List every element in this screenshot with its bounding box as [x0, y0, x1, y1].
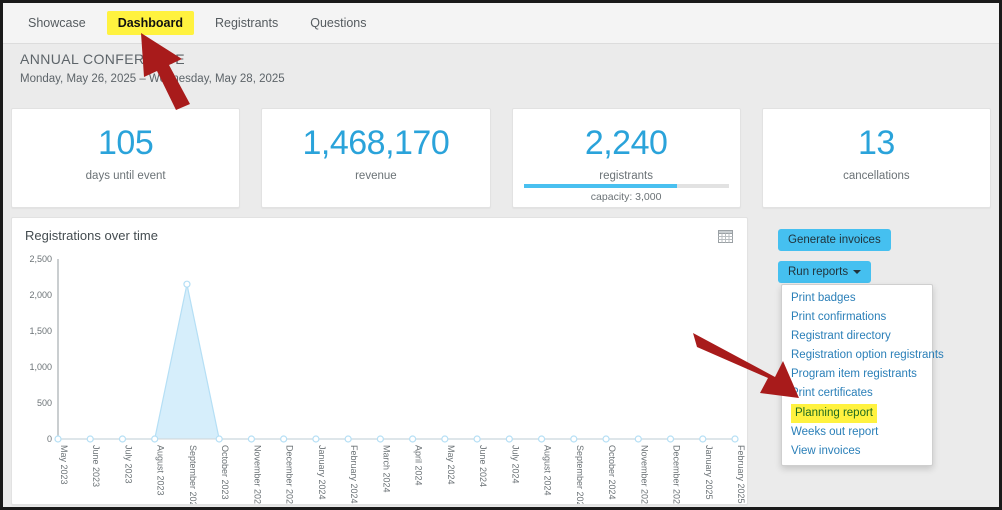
stat-value: 13 — [857, 124, 895, 162]
svg-text:July 2023: July 2023 — [123, 445, 133, 484]
svg-text:May 2024: May 2024 — [446, 445, 456, 485]
svg-text:October 2023: October 2023 — [220, 445, 230, 500]
run-reports-label: Run reports — [788, 266, 849, 278]
svg-text:July 2024: July 2024 — [510, 445, 520, 484]
generate-invoices-button[interactable]: Generate invoices — [778, 229, 891, 251]
progress-track — [523, 184, 729, 188]
svg-text:December 2023: December 2023 — [285, 445, 295, 504]
capacity-progress-bar — [513, 184, 740, 188]
stat-card-row: 105 days until event 1,468,170 revenue 2… — [11, 108, 991, 208]
stat-value: 1,468,170 — [302, 124, 450, 162]
stat-value: 2,240 — [584, 124, 668, 162]
dropdown-item-planning-report[interactable]: Planning report — [791, 404, 877, 423]
event-date-range: Monday, May 26, 2025 – Wednesday, May 28… — [20, 73, 285, 85]
dropdown-item-weeks-out-report[interactable]: Weeks out report — [782, 423, 932, 442]
chevron-down-icon — [853, 269, 862, 274]
svg-text:500: 500 — [37, 398, 52, 408]
stat-card-days-until-event: 105 days until event — [11, 108, 241, 208]
dropdown-item-print-certificates[interactable]: Print certificates — [782, 384, 932, 403]
tab-showcase[interactable]: Showcase — [17, 11, 97, 35]
main-tab-bar: Showcase Dashboard Registrants Questions — [3, 3, 999, 44]
dropdown-item-registrant-directory[interactable]: Registrant directory — [782, 327, 932, 346]
svg-text:2,000: 2,000 — [29, 290, 52, 300]
svg-text:March 2024: March 2024 — [381, 445, 391, 493]
dropdown-item-print-confirmations[interactable]: Print confirmations — [782, 308, 932, 327]
svg-text:April 2024: April 2024 — [414, 445, 424, 486]
svg-text:November 2023: November 2023 — [252, 445, 262, 504]
chart-title: Registrations over time — [25, 228, 158, 243]
svg-text:May 2023: May 2023 — [59, 445, 69, 485]
svg-text:September 2024: September 2024 — [575, 445, 585, 504]
svg-text:February 2024: February 2024 — [349, 445, 359, 504]
svg-text:December 2024: December 2024 — [672, 445, 682, 504]
chart-plot-area: 0 500 1,000 1,500 2,000 2,500 May 2023 June 202… — [12, 251, 749, 504]
svg-text:2,500: 2,500 — [29, 254, 52, 264]
progress-fill — [523, 184, 677, 188]
stat-card-revenue: 1,468,170 revenue — [261, 108, 491, 208]
dashboard-screen: Showcase Dashboard Registrants Questions… — [0, 0, 1002, 510]
stat-value: 105 — [98, 124, 154, 162]
stat-card-cancellations: 13 cancellations — [761, 108, 991, 208]
svg-text:January 2024: January 2024 — [317, 445, 327, 500]
svg-text:January 2025: January 2025 — [704, 445, 714, 500]
tab-questions[interactable]: Questions — [299, 11, 377, 35]
svg-text:June 2024: June 2024 — [478, 445, 488, 487]
svg-text:February 2025: February 2025 — [736, 445, 746, 504]
stat-label: registrants — [599, 170, 653, 182]
svg-text:October 2024: October 2024 — [607, 445, 617, 500]
svg-text:August 2024: August 2024 — [543, 445, 553, 496]
event-header: ANNUAL CONFERENCE Monday, May 26, 2025 –… — [20, 51, 620, 85]
stat-card-registrants: 2,240 registrants capacity: 3,000 — [511, 108, 741, 208]
svg-text:September 2023: September 2023 — [188, 445, 198, 504]
dropdown-item-registration-option-registrants[interactable]: Registration option registrants — [782, 346, 944, 365]
calendar-icon[interactable] — [718, 229, 733, 243]
registrations-area-chart: 0 500 1,000 1,500 2,000 2,500 May 2023 June 202… — [29, 254, 746, 504]
stat-label: cancellations — [843, 170, 910, 182]
page-title: ANNUAL CONFERENCE — [20, 51, 185, 67]
dropdown-item-row: Planning report — [782, 403, 932, 423]
svg-text:November 2024: November 2024 — [639, 445, 649, 504]
run-reports-dropdown-menu: Print badges Print confirmations Registran… — [781, 284, 944, 466]
dropdown-item-view-invoices[interactable]: View invoices — [782, 442, 932, 461]
tab-dashboard[interactable]: Dashboard — [106, 11, 194, 35]
run-reports-button[interactable]: Run reports — [778, 261, 872, 283]
report-actions-column: Generate invoices Run reports — [778, 229, 993, 283]
tab-registrants[interactable]: Registrants — [204, 11, 289, 35]
stat-label: days until event — [85, 170, 166, 182]
svg-text:August 2023: August 2023 — [156, 445, 166, 496]
registrations-chart-panel: Registrations over time 0 500 1,000 1,500 2,… — [11, 217, 748, 505]
dropdown-item-program-item-registrants[interactable]: Program item registrants — [782, 365, 932, 384]
dropdown-item-print-badges[interactable]: Print badges — [782, 289, 932, 308]
svg-text:June 2023: June 2023 — [91, 445, 101, 487]
svg-text:0: 0 — [47, 434, 52, 444]
svg-text:1,500: 1,500 — [29, 326, 52, 336]
svg-text:1,000: 1,000 — [29, 362, 52, 372]
capacity-label: capacity: 3,000 — [590, 191, 662, 203]
stat-label: revenue — [355, 170, 397, 182]
